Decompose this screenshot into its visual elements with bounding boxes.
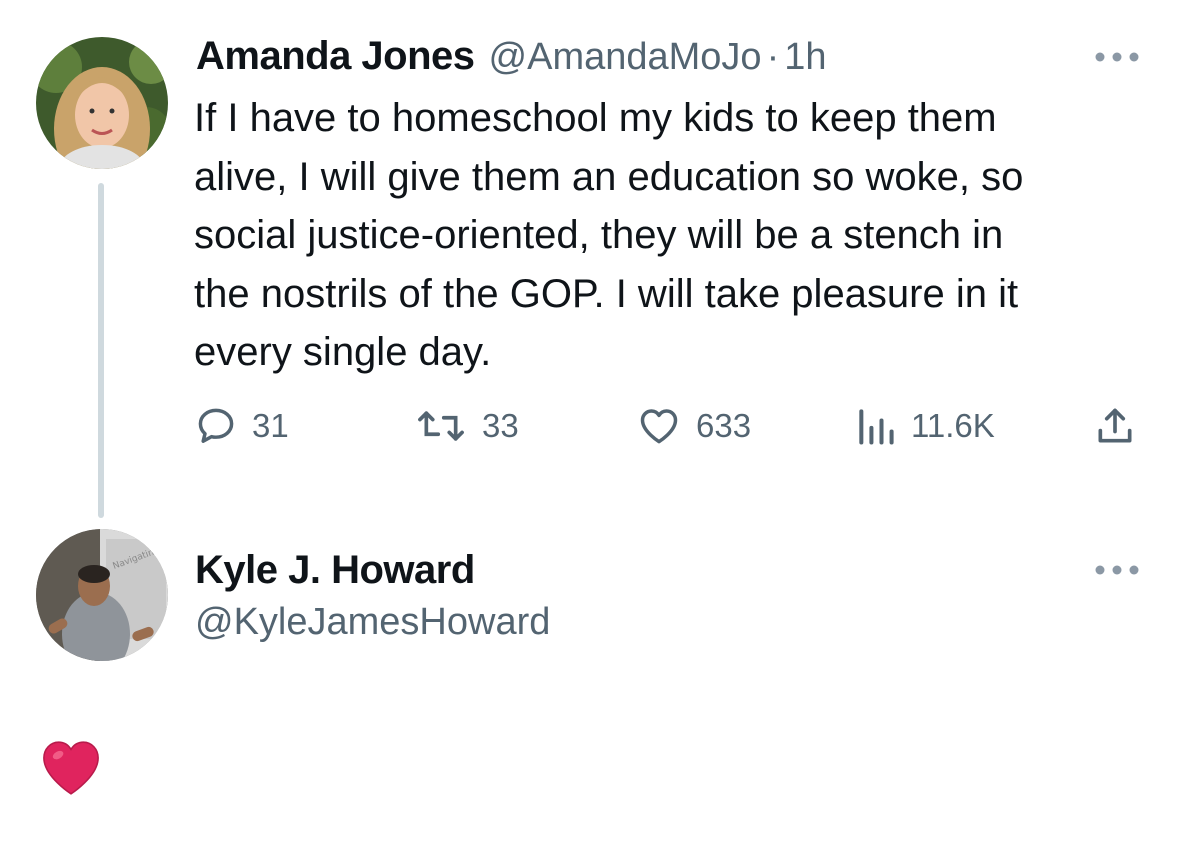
avatar-kyle-image: Navigating xyxy=(36,529,168,661)
reply-bubble-icon xyxy=(198,408,234,443)
avatar-amanda[interactable] xyxy=(36,37,168,169)
reply-count: 31 xyxy=(252,407,289,444)
retweet-icon xyxy=(418,411,464,441)
reply-button[interactable]: 31 xyxy=(194,404,289,448)
heart-outline-icon xyxy=(640,409,678,444)
retweet-button[interactable]: 33 xyxy=(414,404,519,448)
reply-author-handle[interactable]: @KyleJamesHoward xyxy=(195,601,550,644)
avatar-kyle[interactable]: Navigating xyxy=(36,529,168,661)
view-count: 11.6K xyxy=(911,407,995,444)
like-count: 633 xyxy=(696,407,752,444)
views-button[interactable]: 11.6K xyxy=(855,404,995,448)
avatar-amanda-image xyxy=(36,37,168,169)
red-heart-icon xyxy=(43,741,99,795)
share-upload-icon xyxy=(1098,408,1132,443)
reply-heart-emoji xyxy=(40,738,102,803)
tweet-timestamp[interactable]: 1h xyxy=(784,36,826,79)
tweet-text: If I have to homeschool my kids to keep … xyxy=(194,96,1024,374)
more-horizontal-icon xyxy=(1095,565,1139,575)
share-button[interactable] xyxy=(1093,404,1151,448)
author-handle[interactable]: @AmandaMoJo xyxy=(489,36,762,79)
reply-more-options-button[interactable] xyxy=(1094,560,1140,580)
reply-author-name[interactable]: Kyle J. Howard xyxy=(195,548,475,593)
like-button[interactable]: 633 xyxy=(636,404,751,448)
header-separator: · xyxy=(766,36,780,78)
more-options-button[interactable] xyxy=(1094,47,1140,67)
author-name[interactable]: Amanda Jones xyxy=(196,34,475,79)
more-horizontal-icon xyxy=(1095,52,1139,62)
thread-connector-line xyxy=(98,183,104,518)
retweet-count: 33 xyxy=(482,407,519,444)
views-bar-chart-icon xyxy=(859,409,894,445)
tweet-header: Amanda Jones @AmandaMoJo · 1h xyxy=(196,34,827,79)
